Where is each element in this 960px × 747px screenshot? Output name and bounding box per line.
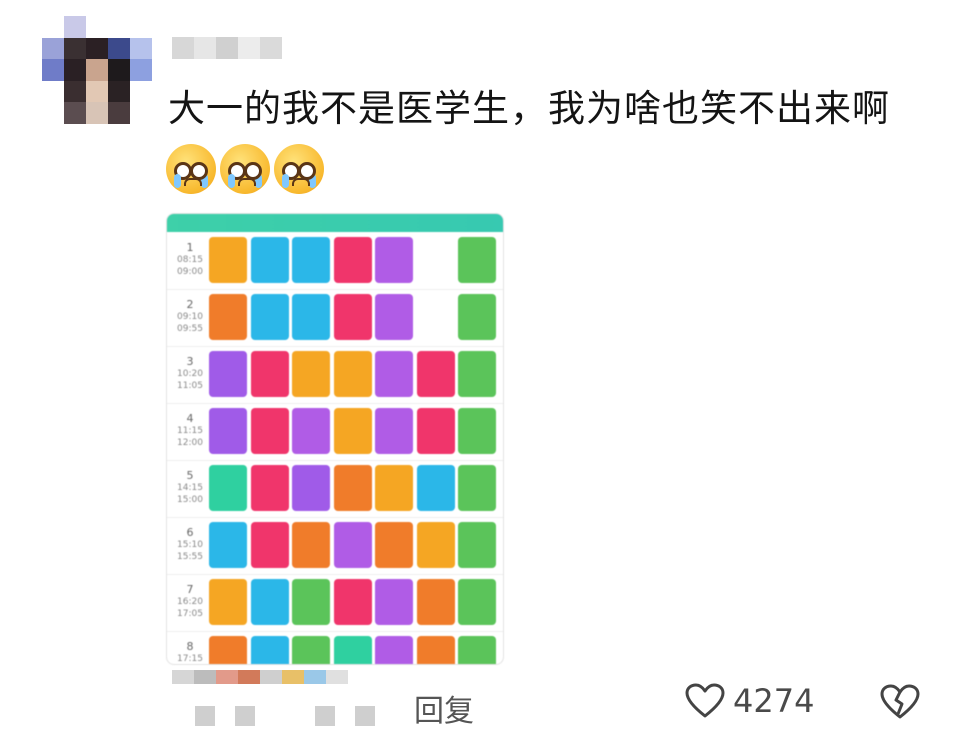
schedule-grid: 1 08:15 09:00 2 09:10 09:55 3 10:20 11:05 4 11:15 1… — [167, 232, 503, 664]
like-count: 4274 — [733, 682, 815, 720]
broken-heart-icon — [880, 684, 920, 719]
comment-text: 大一的我不是医学生，我为啥也笑不出来啊 — [168, 87, 890, 130]
course-cell — [333, 408, 372, 454]
course-cell — [292, 351, 330, 397]
redacted-strip — [172, 670, 348, 684]
period-label: 8 17:15 — [177, 640, 203, 665]
course-cell — [333, 636, 372, 664]
course-cell — [416, 351, 455, 397]
course-cell — [250, 579, 289, 625]
course-cell — [333, 351, 372, 397]
period-label: 1 08:15 09:00 — [177, 241, 203, 278]
course-cell — [375, 636, 413, 664]
like-button[interactable]: 4274 — [685, 682, 814, 720]
course-cell — [209, 636, 247, 664]
course-cell — [250, 408, 289, 454]
course-cell — [209, 465, 247, 511]
course-cell — [333, 579, 372, 625]
crying-face-icon — [166, 144, 216, 194]
course-cell — [292, 522, 330, 568]
course-cell — [292, 408, 330, 454]
schedule-row: 3 10:20 11:05 — [167, 346, 503, 404]
schedule-image[interactable]: 1 08:15 09:00 2 09:10 09:55 3 10:20 11:05 4 11:15 1… — [166, 213, 504, 665]
course-cell — [333, 294, 372, 340]
period-label: 4 11:15 12:00 — [177, 412, 203, 449]
course-cell — [458, 408, 496, 454]
course-cell — [458, 636, 496, 664]
schedule-row: 2 09:10 09:55 — [167, 289, 503, 347]
course-cell — [292, 294, 330, 340]
course-cell — [416, 465, 455, 511]
course-cell — [333, 237, 372, 283]
crying-face-icon — [274, 144, 324, 194]
course-cell — [416, 579, 455, 625]
course-cell — [375, 408, 413, 454]
course-cell — [416, 522, 455, 568]
course-cell — [458, 294, 496, 340]
course-cell — [209, 237, 247, 283]
course-cell — [375, 237, 413, 283]
period-label: 3 10:20 11:05 — [177, 355, 203, 392]
course-cell — [458, 465, 496, 511]
schedule-row: 7 16:20 17:05 — [167, 574, 503, 632]
crying-face-icon — [220, 144, 270, 194]
course-cell — [458, 237, 496, 283]
course-cell — [333, 522, 372, 568]
course-cell — [209, 522, 247, 568]
course-cell — [416, 636, 455, 664]
course-cell — [458, 351, 496, 397]
reply-button[interactable]: 回复 — [414, 686, 474, 730]
emoji-row — [166, 144, 324, 194]
period-label: 5 14:15 15:00 — [177, 469, 203, 506]
heart-outline-icon — [685, 683, 725, 718]
schedule-row: 1 08:15 09:00 — [167, 232, 503, 290]
course-cell — [292, 636, 330, 664]
period-label: 2 09:10 09:55 — [177, 298, 203, 335]
course-cell — [458, 522, 496, 568]
course-cell — [209, 408, 247, 454]
course-cell — [292, 237, 330, 283]
schedule-row: 5 14:15 15:00 — [167, 460, 503, 518]
redacted-meta — [195, 706, 375, 726]
course-cell — [292, 579, 330, 625]
course-cell — [458, 579, 496, 625]
course-cell — [416, 408, 455, 454]
schedule-row: 6 15:10 15:55 — [167, 517, 503, 575]
course-cell — [333, 465, 372, 511]
course-cell — [292, 465, 330, 511]
course-cell — [250, 351, 289, 397]
course-cell — [250, 237, 289, 283]
dislike-button[interactable] — [880, 684, 920, 724]
schedule-row: 4 11:15 12:00 — [167, 403, 503, 461]
course-cell — [209, 294, 247, 340]
course-cell — [250, 636, 289, 664]
username-redacted[interactable] — [172, 37, 282, 59]
schedule-row: 8 17:15 — [167, 631, 503, 665]
course-cell — [250, 522, 289, 568]
schedule-header — [167, 214, 503, 232]
course-cell — [375, 294, 413, 340]
period-label: 6 15:10 15:55 — [177, 526, 203, 563]
course-cell — [375, 579, 413, 625]
course-cell — [250, 465, 289, 511]
period-label: 7 16:20 17:05 — [177, 583, 203, 620]
course-cell — [375, 351, 413, 397]
avatar[interactable] — [42, 16, 152, 124]
course-cell — [375, 465, 413, 511]
course-cell — [250, 294, 289, 340]
course-cell — [375, 522, 413, 568]
course-cell — [209, 351, 247, 397]
course-cell — [209, 579, 247, 625]
